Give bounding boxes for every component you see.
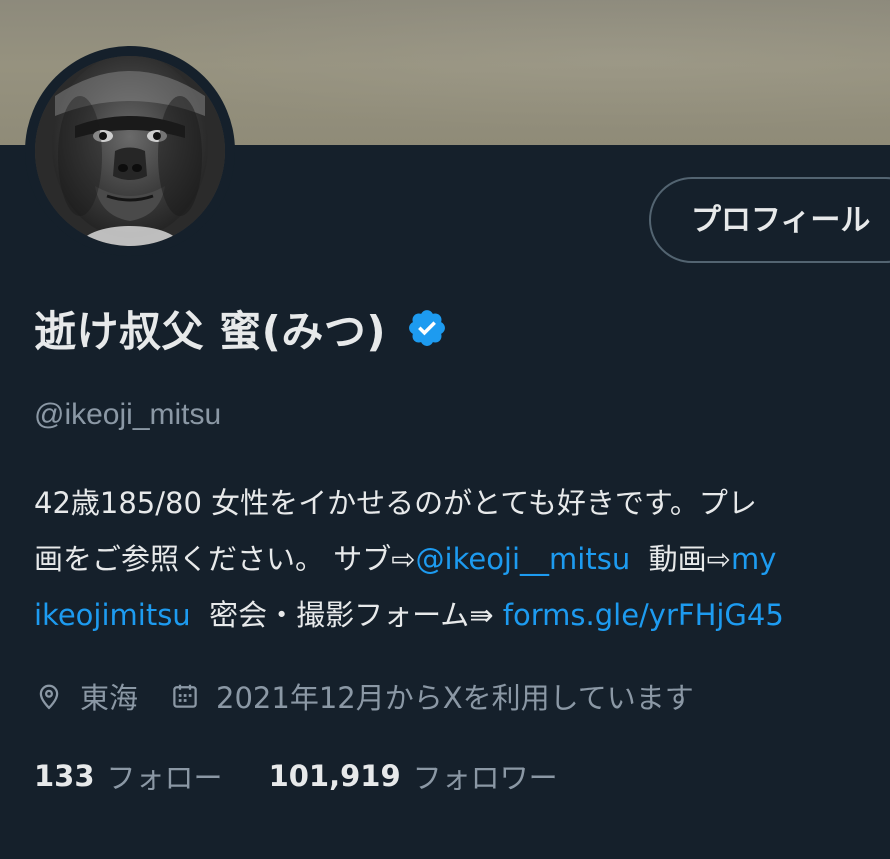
followers-count: 101,919 — [268, 759, 401, 793]
bio: 42歳185/80 女性をイかせるのがとても好きです。プレ 画をご参照ください。… — [34, 475, 890, 643]
bio-line-3: ikeojimitsu 密会・撮影フォーム⇛ forms.gle/yrFHjG4… — [34, 587, 890, 643]
video-link[interactable]: my — [731, 542, 776, 576]
bio-line-2: 画をご参照ください。 サブ⇨@ikeoji__mitsu 動画⇨my — [34, 531, 890, 587]
display-name: 逝け叔父 蜜(みつ) — [34, 306, 387, 356]
avatar-image — [35, 56, 225, 246]
verified-badge-icon[interactable] — [406, 307, 448, 349]
following-link[interactable]: 133 フォロー — [34, 755, 223, 797]
sub-account-link[interactable]: @ikeoji__mitsu — [416, 542, 631, 576]
video-link-continued[interactable]: ikeojimitsu — [34, 598, 191, 632]
avatar[interactable] — [35, 56, 225, 246]
profile-meta: 東海 2021年12月からXを利用しています — [34, 668, 694, 724]
followers-label: フォロワー — [412, 761, 558, 795]
bio-text: 密会・撮影フォーム⇛ — [190, 598, 503, 632]
form-link[interactable]: forms.gle/yrFHjG45 — [503, 598, 784, 632]
profile-button[interactable]: プロフィール — [649, 177, 890, 263]
name-row: 逝け叔父 蜜(みつ) — [34, 296, 448, 360]
following-label: フォロー — [106, 761, 223, 795]
calendar-icon — [173, 684, 197, 708]
follow-stats: 133 フォロー 101,919 フォロワー — [34, 748, 558, 804]
username-handle: @ikeoji_mitsu — [34, 398, 222, 431]
following-count: 133 — [34, 759, 95, 793]
bio-text: 動画⇨ — [630, 542, 731, 576]
bio-line-1: 42歳185/80 女性をイかせるのがとても好きです。プレ — [34, 486, 757, 520]
followers-link[interactable]: 101,919 フォロワー — [269, 755, 558, 797]
location-text: 東海 — [80, 681, 139, 715]
bio-text: 画をご参照ください。 サブ⇨ — [34, 542, 416, 576]
location-pin-icon — [39, 684, 59, 710]
joined-date-text: 2021年12月からXを利用しています — [216, 681, 694, 715]
